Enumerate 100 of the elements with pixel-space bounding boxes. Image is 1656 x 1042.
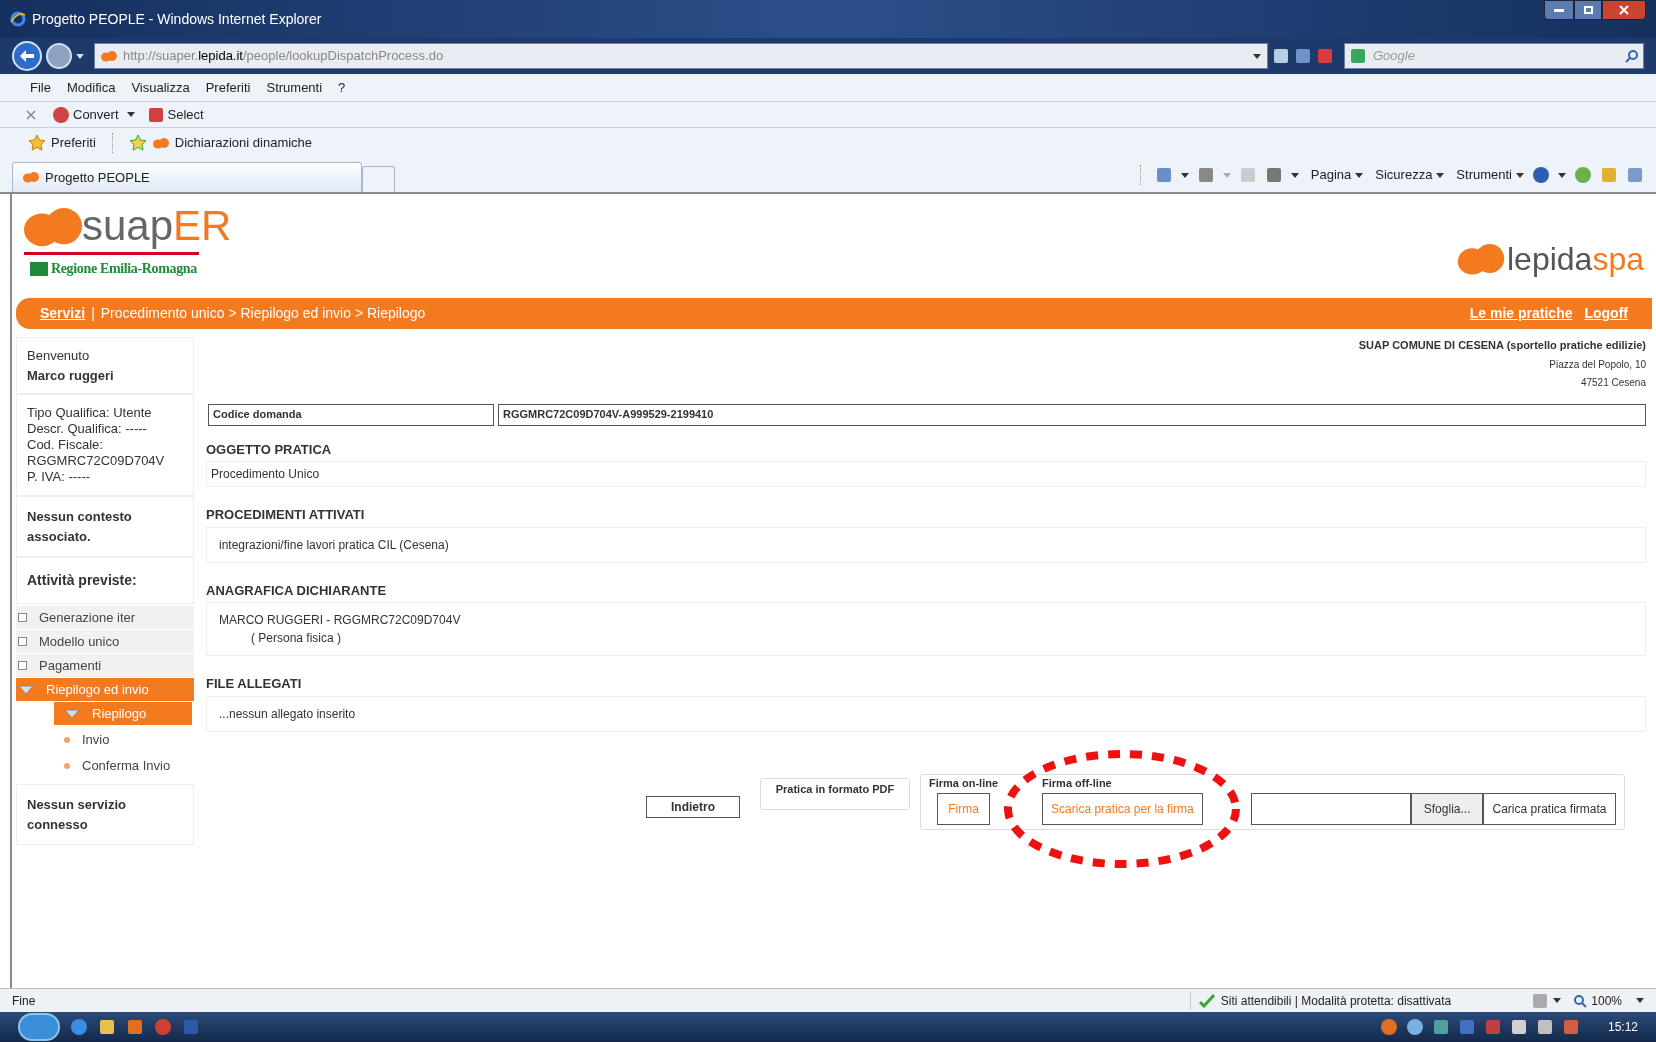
user-info: Descr. Qualifica: ----- [27, 421, 148, 437]
site-icon [101, 50, 117, 62]
caret-icon [1436, 172, 1445, 178]
checkbox[interactable] [18, 637, 27, 646]
section-title: PROCEDIMENTI ATTIVATI [206, 506, 366, 524]
section-text: Procedimento Unico [211, 466, 321, 483]
caret-icon [1180, 172, 1189, 178]
minimize-icon [1554, 8, 1564, 12]
menu-item[interactable]: Strumenti [266, 77, 323, 98]
caret-icon [1553, 998, 1562, 1003]
checkmark-icon [1198, 993, 1215, 1008]
menu-item[interactable]: Modifica [66, 77, 116, 98]
caret-icon [1290, 172, 1299, 178]
convert-button[interactable]: Convert [52, 104, 119, 125]
sidebar-item[interactable]: Pagamenti [16, 654, 194, 677]
group-label: Firma off-line [1042, 775, 1113, 791]
command-menu[interactable]: Pagina [1310, 165, 1364, 185]
command-menu[interactable]: Strumenti [1456, 165, 1524, 185]
breadcrumb-separator: | [91, 304, 95, 323]
caret-icon [1355, 172, 1364, 178]
region-logo: Regione Emilia-Romagna [24, 252, 199, 279]
menu-item[interactable]: Visualizza [131, 77, 190, 98]
partner-logo: lepidaspa [1457, 242, 1644, 276]
caret-icon [1636, 998, 1644, 1003]
address-field[interactable]: http://suaper.lepida.it/people/lookupDispatchProcess.do [94, 43, 1268, 69]
caret-icon [1253, 53, 1261, 59]
group-label: Firma on-line [929, 775, 999, 791]
caret-icon [126, 112, 135, 117]
bullet-icon [64, 762, 70, 769]
site-icon [152, 137, 169, 149]
site-logo[interactable]: suapER [24, 204, 232, 248]
back-button[interactable] [12, 41, 42, 71]
context-text: Nessun contesto associato. [27, 509, 132, 544]
maximize-icon [1583, 6, 1593, 14]
close-icon[interactable] [26, 109, 36, 120]
command-menu[interactable]: Sicurezza [1375, 165, 1445, 185]
file-input[interactable] [1250, 793, 1411, 825]
search-icon[interactable] [1625, 49, 1639, 63]
menu-item[interactable]: ? [338, 77, 346, 98]
checkbox[interactable] [18, 613, 27, 622]
favorite-link[interactable]: Dichiarazioni dinamiche [152, 133, 313, 153]
security-zone: Siti attendibili | Modalità protetta: disattivata [1220, 992, 1452, 1010]
menu-item[interactable]: Preferiti [205, 77, 251, 98]
logo-blob-icon [24, 208, 82, 248]
section-text: MARCO RUGGERI - RGGMRC72C09D704V [219, 612, 462, 629]
menu-item[interactable]: File [30, 77, 51, 98]
start-button[interactable] [18, 1013, 60, 1041]
browser-logo-icon [10, 11, 26, 27]
browser-tab[interactable]: Progetto PEOPLE [12, 162, 362, 192]
select-button[interactable]: Select [146, 104, 204, 125]
section-title: OGGETTO PRATICA [206, 440, 333, 459]
office-address: Piazza del Popolo, 10 [1549, 357, 1646, 372]
breadcrumb-path: Procedimento unico > Riepilogo ed invio > Riepilogo [100, 304, 426, 323]
caret-icon [76, 53, 84, 59]
user-info: RGGMRC72C09D704V [27, 453, 166, 469]
user-info: P. IVA: ----- [27, 469, 92, 485]
section-title: FILE ALLEGATI [206, 675, 303, 693]
add-favorite-icon[interactable] [128, 134, 147, 152]
caret-icon [1516, 172, 1524, 178]
service-text: Nessun servizio connesso [27, 797, 126, 832]
office-name: SUAP COMUNE DI CESENA (sportello pratiche edilizie) [1358, 338, 1646, 353]
section-text: ...nessun allegato inserito [219, 705, 357, 723]
user-info: Cod. Fiscale: [27, 437, 104, 453]
arrow-left-icon [20, 50, 34, 62]
user-name: Marco ruggeri [27, 366, 115, 385]
caret-icon [1222, 172, 1231, 178]
forward-button[interactable] [46, 43, 72, 69]
section-title: ANAGRAFICA DICHIARANTE [206, 581, 388, 600]
field-value: RGGMRC72C09D704V-A999529-2199410 [498, 403, 1646, 426]
sidebar-item[interactable]: Modello unico [16, 630, 194, 653]
maximize-button[interactable] [1574, 0, 1602, 20]
close-button[interactable] [1602, 0, 1646, 20]
user-info: Tipo Qualifica: Utente [27, 405, 153, 421]
clock: 15:12 [1607, 1019, 1638, 1036]
site-icon [23, 172, 39, 183]
minimize-button[interactable] [1544, 0, 1574, 20]
expand-triangle-icon[interactable] [18, 684, 34, 695]
office-city: 47521 Cesena [1580, 375, 1646, 390]
pdf-button[interactable]: Pratica in formato PDF [760, 777, 910, 810]
section-text: ( Persona fisica ) [250, 630, 343, 647]
star-icon [28, 134, 46, 152]
bullet-icon [64, 736, 70, 743]
close-icon [1619, 5, 1629, 15]
activities-title: Attività previste: [27, 572, 137, 588]
caret-icon [1558, 172, 1566, 178]
zoom-button[interactable]: 100% [1573, 991, 1622, 1010]
partner-blob-icon [1457, 244, 1505, 276]
window-title: Progetto PEOPLE - Windows Internet Explorer [32, 9, 322, 29]
status-text: Fine [12, 992, 36, 1010]
section-text: integrazioni/fine lavori pratica CIL (Cesena) [219, 536, 450, 554]
checkbox[interactable] [18, 661, 27, 670]
upload-button[interactable]: Carica pratica firmata [1483, 793, 1616, 825]
zoom-icon [1573, 993, 1588, 1008]
browse-button[interactable]: Sfoglia... [1410, 793, 1484, 825]
favorites-button[interactable]: Preferiti [28, 133, 96, 153]
back-button[interactable]: Indietro [646, 795, 740, 818]
sidebar-item[interactable]: Generazione iter [16, 606, 194, 629]
sidebar-item[interactable]: Conferma Invio [54, 754, 192, 777]
expand-triangle-icon[interactable] [64, 708, 80, 719]
sidebar-item[interactable]: Invio [54, 728, 192, 751]
